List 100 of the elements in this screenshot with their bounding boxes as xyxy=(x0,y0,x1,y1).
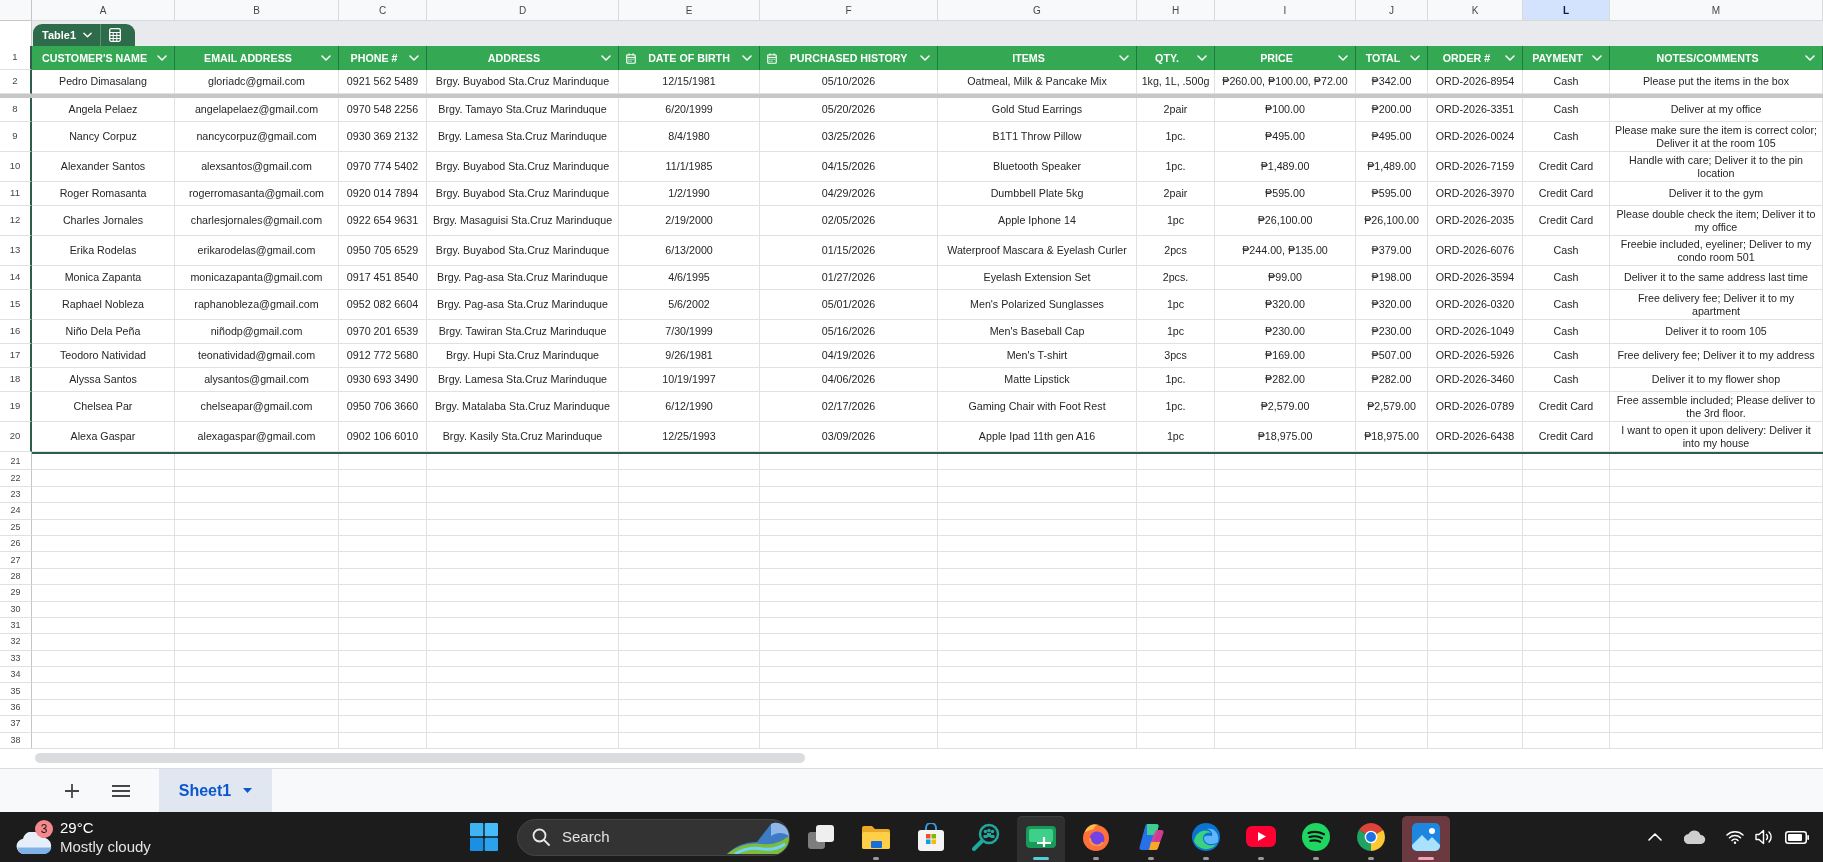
row-number[interactable]: 37 xyxy=(0,716,32,733)
row-number[interactable]: 16 xyxy=(0,320,32,344)
table-cell: Free delivery fee; Deliver it to my address xyxy=(1610,344,1823,368)
chevron-down-icon[interactable] xyxy=(157,55,167,61)
table-cell: ₱495.00 xyxy=(1356,122,1428,152)
horizontal-scrollbar-thumb[interactable] xyxy=(35,752,805,763)
column-letter[interactable]: B xyxy=(175,0,339,21)
table-cell: Monica Zapanta xyxy=(32,266,175,290)
chevron-down-icon[interactable] xyxy=(601,55,611,61)
chevron-down-icon[interactable] xyxy=(409,55,419,61)
column-letter[interactable]: L xyxy=(1523,0,1610,21)
row-number[interactable]: 20 xyxy=(0,422,32,452)
column-letter[interactable]: J xyxy=(1356,0,1428,21)
sheet-tab[interactable]: Sheet1 xyxy=(159,769,272,812)
taskbar-button[interactable] xyxy=(1402,816,1450,862)
row-number[interactable]: 18 xyxy=(0,368,32,392)
table-cell: Deliver it to the gym xyxy=(1610,182,1823,206)
chevron-down-icon[interactable] xyxy=(1197,55,1207,61)
chevron-up-icon[interactable] xyxy=(1648,833,1662,841)
column-letter[interactable]: M xyxy=(1610,0,1823,21)
table-cell: alexsantos@gmail.com xyxy=(175,152,339,182)
taskbar-button[interactable] xyxy=(1017,816,1065,862)
table-cell: 0917 451 8540 xyxy=(339,266,427,290)
volume-icon[interactable] xyxy=(1755,829,1773,845)
chevron-down-icon[interactable] xyxy=(1505,55,1515,61)
row-number[interactable]: 17 xyxy=(0,344,32,368)
row-number[interactable]: 8 xyxy=(0,98,32,122)
search-box[interactable]: Search xyxy=(517,818,790,856)
play-button-icon xyxy=(1246,826,1276,847)
empty-cell xyxy=(1356,617,1428,635)
table-cell: Cash xyxy=(1523,368,1610,392)
table-cell: 01/15/2026 xyxy=(760,236,938,266)
row-number[interactable]: 12 xyxy=(0,206,32,236)
table-cell: 2pair xyxy=(1137,98,1215,122)
table-cell: ₱1,489.00 xyxy=(1215,152,1356,182)
grid-icon[interactable] xyxy=(109,28,122,42)
table-cell: 0930 693 3490 xyxy=(339,368,427,392)
chevron-down-icon[interactable] xyxy=(1410,55,1420,61)
table-cell: Erika Rodelas xyxy=(32,236,175,266)
row-number[interactable]: 21 xyxy=(0,454,32,471)
column-letter[interactable]: F xyxy=(760,0,938,21)
row-number[interactable]: 35 xyxy=(0,683,32,700)
table-cell: Brgy. Pag-asa Sta.Cruz Marinduque xyxy=(427,266,619,290)
table-cell: Dumbbell Plate 5kg xyxy=(938,182,1137,206)
table-cell: 2pair xyxy=(1137,182,1215,206)
row-number[interactable]: 22 xyxy=(0,470,32,487)
row-number[interactable]: 27 xyxy=(0,552,32,569)
row-number[interactable]: 29 xyxy=(0,585,32,602)
column-title: ITEMS xyxy=(1011,50,1046,66)
chevron-down-icon[interactable] xyxy=(1119,55,1129,61)
table-cell: Brgy. Tamayo Sta.Cruz Marinduque xyxy=(427,98,619,122)
row-number[interactable]: 15 xyxy=(0,290,32,320)
empty-cell xyxy=(1356,634,1428,651)
table-cell: 05/01/2026 xyxy=(760,290,938,320)
chevron-down-icon[interactable] xyxy=(920,55,930,61)
column-letter[interactable]: C xyxy=(339,0,427,21)
empty-cell xyxy=(1356,568,1428,586)
column-letter[interactable]: D xyxy=(427,0,619,21)
column-title: ORDER # xyxy=(1441,50,1492,66)
row-number[interactable]: 14 xyxy=(0,266,32,290)
table-cell: angelapelaez@gmail.com xyxy=(175,98,339,122)
wifi-icon[interactable] xyxy=(1726,830,1744,844)
cloud-icon[interactable] xyxy=(1684,830,1706,844)
table-cell: 1pc xyxy=(1137,290,1215,320)
table-name-tab[interactable]: Table1 xyxy=(33,24,135,46)
row-number[interactable]: 19 xyxy=(0,392,32,422)
chevron-down-icon[interactable] xyxy=(742,55,752,61)
row-number[interactable]: 9 xyxy=(0,122,32,152)
table-cell: teonatividad@gmail.com xyxy=(175,344,339,368)
row-number[interactable]: 13 xyxy=(0,236,32,266)
table-cell: Alyssa Santos xyxy=(32,368,175,392)
battery-icon[interactable] xyxy=(1785,830,1809,844)
table-cell: Angela Pelaez xyxy=(32,98,175,122)
weather-widget[interactable]: 3 29°C Mostly cloudy xyxy=(16,818,151,856)
column-letter[interactable]: I xyxy=(1215,0,1356,21)
table-name-button[interactable]: Table1 xyxy=(42,26,93,44)
table-cell: rogerromasanta@gmail.com xyxy=(175,182,339,206)
row-number[interactable]: 2 xyxy=(0,70,32,94)
landscape-icon xyxy=(727,820,789,854)
overlapping-squares-icon xyxy=(808,824,834,849)
row-number[interactable]: 34 xyxy=(0,667,32,684)
chevron-down-icon[interactable] xyxy=(1805,55,1815,61)
column-letter[interactable]: K xyxy=(1428,0,1523,21)
chevron-down-icon[interactable] xyxy=(321,55,331,61)
row-number[interactable]: 24 xyxy=(0,503,32,520)
table-cell: ₱99.00 xyxy=(1215,266,1356,290)
chevron-down-icon[interactable] xyxy=(1338,55,1348,61)
row-number[interactable]: 32 xyxy=(0,634,32,651)
wave-circle-icon xyxy=(1192,822,1220,851)
column-letter[interactable]: G xyxy=(938,0,1137,21)
column-title: TOTAL xyxy=(1364,50,1402,66)
row-number[interactable]: 11 xyxy=(0,182,32,206)
column-letter[interactable]: A xyxy=(32,0,175,21)
chevron-down-icon[interactable] xyxy=(1592,55,1602,61)
table-cell: ₱244.00, ₱135.00 xyxy=(1215,236,1356,266)
column-letter[interactable]: H xyxy=(1137,0,1215,21)
table-cell: Brgy. Hupi Sta.Cruz Marinduque xyxy=(427,344,619,368)
column-letter[interactable]: E xyxy=(619,0,760,21)
row-number[interactable]: 10 xyxy=(0,152,32,182)
row-number[interactable]: 1 xyxy=(0,46,32,70)
